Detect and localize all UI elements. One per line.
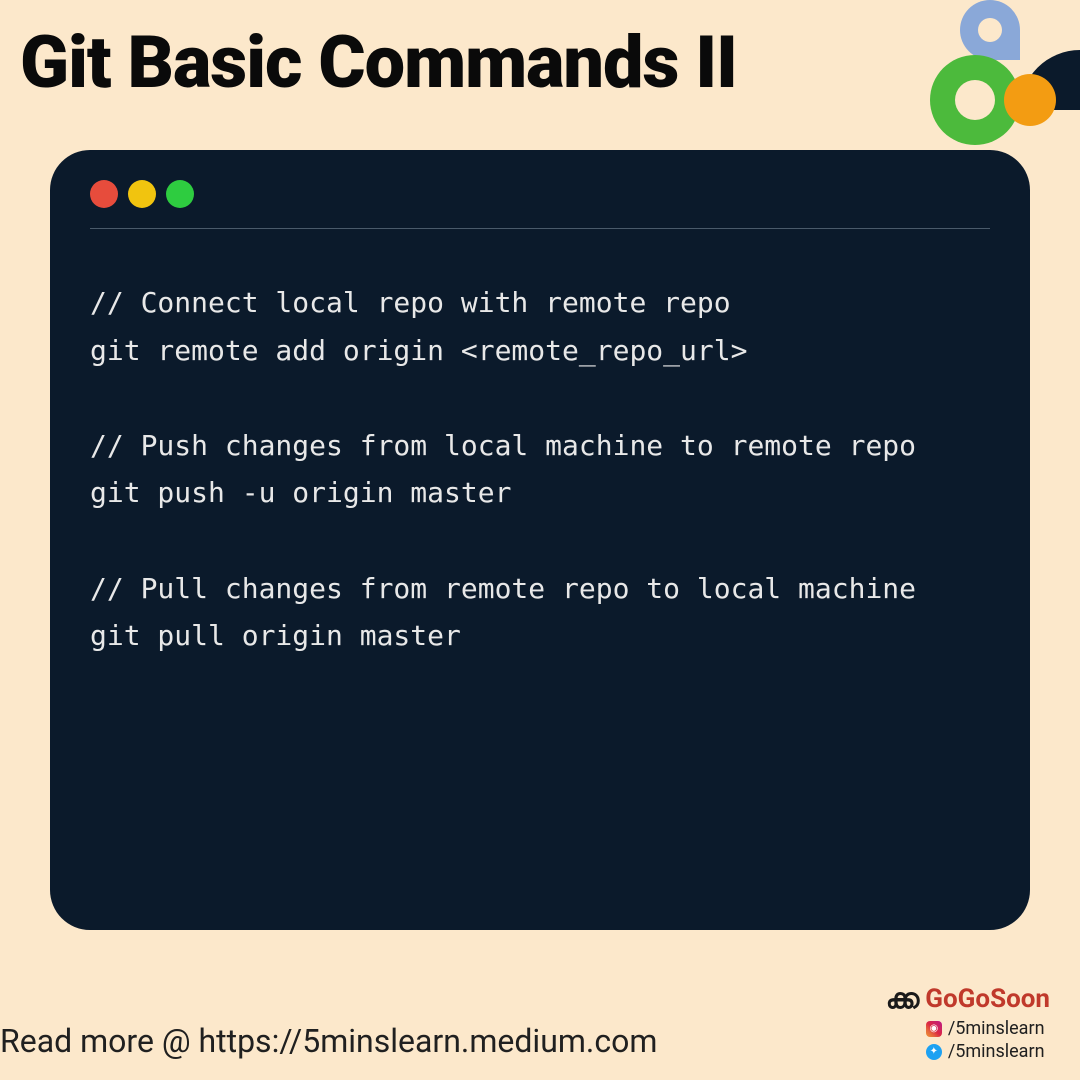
code-block: // Connect local repo with remote repo g… [90,279,990,660]
twitter-icon: ✦ [926,1044,942,1060]
maximize-icon [166,180,194,208]
minimize-icon [128,180,156,208]
brand-logo-icon: ക്ക [886,982,917,1016]
window-controls [90,180,990,208]
instagram-icon: ◉ [926,1021,942,1037]
social-instagram: ◉ /5minslearn [926,1018,1050,1039]
code-comment: // Pull changes from remote repo to loca… [90,572,916,605]
footer-link-text: Read more @ https://5minslearn.medium.co… [0,1022,657,1060]
divider [90,228,990,229]
social-twitter: ✦ /5minslearn [926,1041,1050,1062]
social-handle: /5minslearn [948,1041,1045,1062]
terminal-window: // Connect local repo with remote repo g… [50,150,1030,930]
brand-name: GoGoSoon [925,984,1050,1014]
social-handle: /5minslearn [948,1018,1045,1039]
brand-block: ക്ക GoGoSoon ◉ /5minslearn ✦ /5minslearn [886,982,1050,1062]
code-comment: // Push changes from local machine to re… [90,429,916,462]
decorative-shapes [860,0,1080,160]
code-command: git push -u origin master [90,476,511,509]
code-command: git remote add origin <remote_repo_url> [90,334,747,367]
code-comment: // Connect local repo with remote repo [90,286,731,319]
code-command: git pull origin master [90,619,461,652]
close-icon [90,180,118,208]
